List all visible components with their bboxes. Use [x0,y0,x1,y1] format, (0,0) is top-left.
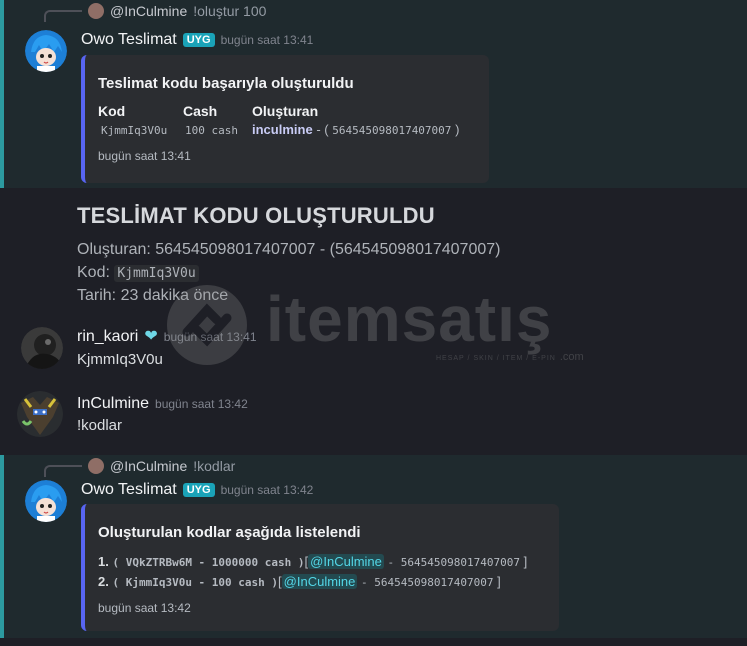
author-name[interactable]: Owo Teslimat [81,31,177,49]
item-close: ] [497,574,501,589]
reply-user[interactable]: @InCulmine [110,3,187,19]
reply-reference[interactable]: @InCulmine !kodlar [44,455,235,477]
avatar[interactable] [21,327,63,369]
timestamp: bugün saat 13:41 [220,33,314,47]
embed: Teslimat kodu başarıyla oluşturuldu Kod … [81,55,489,183]
olusturan-close: ) [455,122,460,137]
field-kod-header: Kod [98,103,126,119]
reply-curve [44,465,82,477]
olusturan-id: 564545098017407007 [332,124,452,137]
timestamp: bugün saat 13:42 [155,397,248,411]
message-inculmine: InCulmine bugün saat 13:42 !kodlar [0,388,747,448]
message-owo-1: @InCulmine !oluştur 100 Owo Teslimat UYG… [0,0,747,188]
item-number: 1. [98,554,109,569]
message-owo-2: @InCulmine !kodlar Owo Teslimat UYG bugü… [0,455,747,638]
app-badge: UYG [182,483,215,497]
message-text: !kodlar [77,417,123,434]
item-close: ] [523,554,528,569]
olusturan-user[interactable]: inculmine [252,122,313,137]
list-item: 2. ( KjmmIq3V0u - 100 cash )[@InCulmine … [98,572,547,592]
reply-reference[interactable]: @InCulmine !oluştur 100 [44,0,266,22]
author-name[interactable]: InCulmine [77,395,149,413]
embed: Oluşturulan kodlar aşağıda listelendi 1.… [81,504,559,631]
author-name[interactable]: rin_kaori [77,328,138,346]
reply-text: !oluştur 100 [193,3,267,19]
field-kod-value: KjmmIq3V0u [101,124,168,137]
author-name[interactable]: Owo Teslimat [81,481,177,499]
message-header: Owo Teslimat UYG bugün saat 13:41 [81,31,313,49]
item-code: ( KjmmIq3V0u - 100 cash ) [112,576,279,589]
embed-footer: bugün saat 13:41 [98,149,191,163]
teslimat-tarih: Tarih: 23 dakika önce [77,287,229,304]
app-badge: UYG [182,33,215,47]
message-rin: rin_kaori ❤ bugün saat 13:41 KjmmIq3V0u [0,322,747,382]
message-header: rin_kaori ❤ bugün saat 13:41 [77,328,257,346]
teslimat-kod: Kod: KjmmIq3V0u [77,264,199,282]
field-cash-value: 100 cash [185,124,238,137]
user-mention[interactable]: @InCulmine [281,574,358,589]
embed-footer: bugün saat 13:42 [98,601,191,615]
olusturan-sep: - ( [316,122,329,137]
item-code: ( VQkZTRBw6M - 1000000 cash ) [112,556,305,569]
timestamp: bugün saat 13:42 [220,483,314,497]
heart-icon: ❤ [144,328,158,345]
timestamp: bugün saat 13:41 [163,330,257,344]
message-header: Owo Teslimat UYG bugün saat 13:42 [81,481,313,499]
message-teslimat: TESLİMAT KODU OLUŞTURULDU Oluşturan: 564… [0,195,747,315]
embed-title: Oluşturulan kodlar aşağıda listelendi [98,524,361,541]
item-id: - 564545098017407007 [361,576,494,589]
teslimat-olusturan: Oluşturan: 564545098017407007 - (5645450… [77,241,501,258]
kod-value: KjmmIq3V0u [114,265,199,282]
reply-avatar [88,458,104,474]
avatar[interactable] [17,391,63,437]
field-olusturan-value: inculmine - ( 564545098017407007 ) [252,122,459,137]
reply-curve [44,10,82,22]
message-text: KjmmIq3V0u [77,351,163,368]
avatar[interactable] [25,30,67,72]
user-mention[interactable]: @InCulmine [308,554,384,569]
teslimat-heading: TESLİMAT KODU OLUŞTURULDU [77,203,435,228]
reply-user[interactable]: @InCulmine [110,458,187,474]
message-header: InCulmine bugün saat 13:42 [77,395,248,413]
list-item: 1. ( VQkZTRBw6M - 1000000 cash )[@InCulm… [98,552,547,572]
code-list: 1. ( VQkZTRBw6M - 1000000 cash )[@InCulm… [98,552,547,592]
item-id: - 564545098017407007 [387,556,520,569]
reply-avatar [88,3,104,19]
field-olusturan-header: Oluşturan [252,103,319,119]
avatar[interactable] [25,480,67,522]
reply-text: !kodlar [193,458,236,474]
kod-label: Kod: [77,264,110,281]
item-number: 2. [98,574,109,589]
field-cash-header: Cash [183,103,218,119]
embed-title: Teslimat kodu başarıyla oluşturuldu [98,75,354,92]
